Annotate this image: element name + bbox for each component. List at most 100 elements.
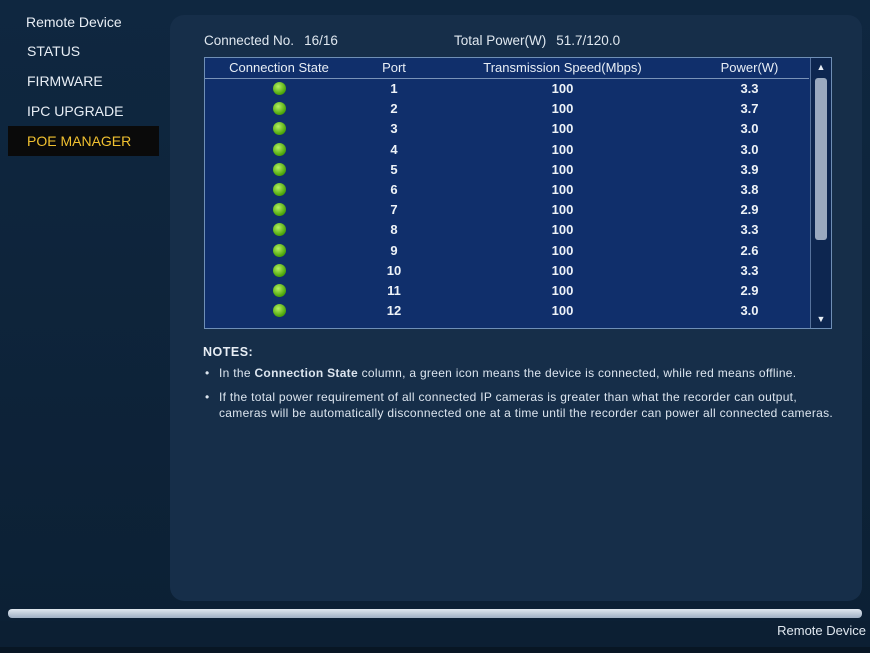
status-dot-icon xyxy=(272,243,286,257)
table-row[interactable]: 9 100 2.6 xyxy=(205,241,809,261)
table-row[interactable]: 8 100 3.3 xyxy=(205,220,809,240)
connection-state-cell xyxy=(205,81,353,98)
power-cell: 2.6 xyxy=(740,242,759,258)
status-dot-icon xyxy=(272,304,286,318)
power-cell: 3.0 xyxy=(740,141,759,157)
power-cell: 3.3 xyxy=(740,222,759,238)
port-cell: 10 xyxy=(386,262,402,278)
connection-state-cell xyxy=(205,283,353,300)
table-header: Connection State Port Transmission Speed… xyxy=(205,58,809,79)
connection-state-cell xyxy=(205,303,353,320)
note1-pre: In the xyxy=(219,366,255,380)
port-cell: 6 xyxy=(390,181,398,197)
power-cell: 2.9 xyxy=(740,282,759,298)
port-cell: 7 xyxy=(390,202,398,218)
scroll-down-icon[interactable]: ▼ xyxy=(811,312,831,326)
power-cell: 3.0 xyxy=(740,121,759,137)
power-cell: 3.0 xyxy=(740,303,759,319)
power-cell: 3.8 xyxy=(740,181,759,197)
port-cell: 11 xyxy=(387,282,401,298)
sidebar-item-ipc-upgrade[interactable]: IPC UPGRADE xyxy=(8,96,160,126)
sidebar: Remote Device STATUS FIRMWARE IPC UPGRAD… xyxy=(8,8,160,606)
table-body: 1 100 3.3 2 100 3.7 3 100 3.0 4 100 3.0 5 100 3.9 6 100 3… xyxy=(205,79,809,327)
app-window: Remote Device STATUS FIRMWARE IPC UPGRAD… xyxy=(0,0,870,653)
table-row[interactable]: 2 100 3.7 xyxy=(205,99,809,119)
poe-port-table: Connection State Port Transmission Speed… xyxy=(204,57,832,329)
notes-title: NOTES: xyxy=(203,345,254,359)
speed-cell: 100 xyxy=(551,141,574,157)
note1-post: column, a green icon means the device is… xyxy=(357,366,797,380)
table-scrollbar[interactable]: ▲ ▼ xyxy=(810,58,831,328)
scroll-up-icon[interactable]: ▲ xyxy=(811,60,831,74)
connection-state-cell xyxy=(205,121,353,138)
status-dot-icon xyxy=(272,122,286,136)
port-cell: 4 xyxy=(390,141,398,157)
connection-state-cell xyxy=(205,222,353,239)
status-dot-icon xyxy=(272,82,286,95)
column-header-port[interactable]: Port xyxy=(353,60,435,75)
column-header-power[interactable]: Power(W) xyxy=(690,60,809,75)
footer-strip xyxy=(0,647,870,653)
status-dot-icon xyxy=(272,162,286,176)
speed-cell: 100 xyxy=(551,81,574,96)
connection-state-cell xyxy=(205,142,353,159)
table-row[interactable]: 5 100 3.9 xyxy=(205,160,809,180)
port-cell: 8 xyxy=(390,222,398,238)
power-cell: 3.3 xyxy=(740,81,759,96)
status-dot-icon xyxy=(272,102,286,116)
sidebar-item-firmware[interactable]: FIRMWARE xyxy=(8,66,160,96)
power-label: Total Power(W) xyxy=(454,33,547,48)
speed-cell: 100 xyxy=(551,262,574,278)
power-cell: 3.7 xyxy=(740,101,759,117)
connected-summary: Connected No. 16/16 xyxy=(204,33,338,48)
table-row[interactable]: 11 100 2.9 xyxy=(205,281,809,301)
table-row[interactable]: 4 100 3.0 xyxy=(205,140,809,160)
status-dot-icon xyxy=(272,283,286,297)
sidebar-item-poe-manager[interactable]: POE MANAGER xyxy=(8,126,159,156)
column-header-transmission-speed[interactable]: Transmission Speed(Mbps) xyxy=(435,60,690,75)
speed-cell: 100 xyxy=(551,181,574,197)
status-footer: Remote Device xyxy=(0,621,870,653)
table-row[interactable]: 12 100 3.0 xyxy=(205,301,809,321)
table-row[interactable]: 6 100 3.8 xyxy=(205,180,809,200)
speed-cell: 100 xyxy=(551,161,574,177)
speed-cell: 100 xyxy=(551,222,574,238)
status-dot-icon xyxy=(272,142,286,156)
connection-state-cell xyxy=(205,101,353,118)
table-row[interactable]: 1 100 3.3 xyxy=(205,79,809,99)
table-row[interactable]: 10 100 3.3 xyxy=(205,261,809,281)
note-power-limit: • If the total power requirement of all … xyxy=(203,389,843,421)
footer-label: Remote Device xyxy=(777,623,866,638)
table-row[interactable]: 3 100 3.0 xyxy=(205,119,809,139)
status-dot-icon xyxy=(272,203,286,217)
port-cell: 12 xyxy=(386,303,402,319)
bullet-icon: • xyxy=(205,390,210,404)
power-value: 51.7/120.0 xyxy=(556,33,621,48)
sidebar-item-status[interactable]: STATUS xyxy=(8,36,160,66)
connected-label: Connected No. xyxy=(204,33,295,48)
table-row[interactable]: 7 100 2.9 xyxy=(205,200,809,220)
speed-cell: 100 xyxy=(551,303,574,319)
note1-bold: Connection State xyxy=(254,366,358,380)
main-panel: Connected No. 16/16 Total Power(W) 51.7/12… xyxy=(170,15,862,601)
connection-state-cell xyxy=(205,162,353,179)
power-cell: 2.9 xyxy=(740,202,759,218)
column-header-connection-state[interactable]: Connection State xyxy=(205,60,353,75)
port-cell: 5 xyxy=(390,161,398,177)
connected-value: 16/16 xyxy=(304,33,338,48)
speed-cell: 100 xyxy=(551,202,574,218)
note-connection-state: • In the Connection State column, a gree… xyxy=(203,365,843,381)
speed-cell: 100 xyxy=(551,121,574,137)
sidebar-header: Remote Device xyxy=(26,14,122,30)
power-cell: 3.3 xyxy=(740,262,759,278)
speed-cell: 100 xyxy=(551,242,574,258)
status-dot-icon xyxy=(272,263,286,277)
scrollbar-thumb[interactable] xyxy=(815,78,827,240)
port-cell: 1 xyxy=(390,81,398,96)
port-cell: 9 xyxy=(390,242,398,258)
status-dot-icon xyxy=(272,182,286,196)
connection-state-cell xyxy=(205,263,353,280)
connection-state-cell xyxy=(205,243,353,260)
port-cell: 2 xyxy=(390,101,398,117)
port-cell: 3 xyxy=(390,121,398,137)
